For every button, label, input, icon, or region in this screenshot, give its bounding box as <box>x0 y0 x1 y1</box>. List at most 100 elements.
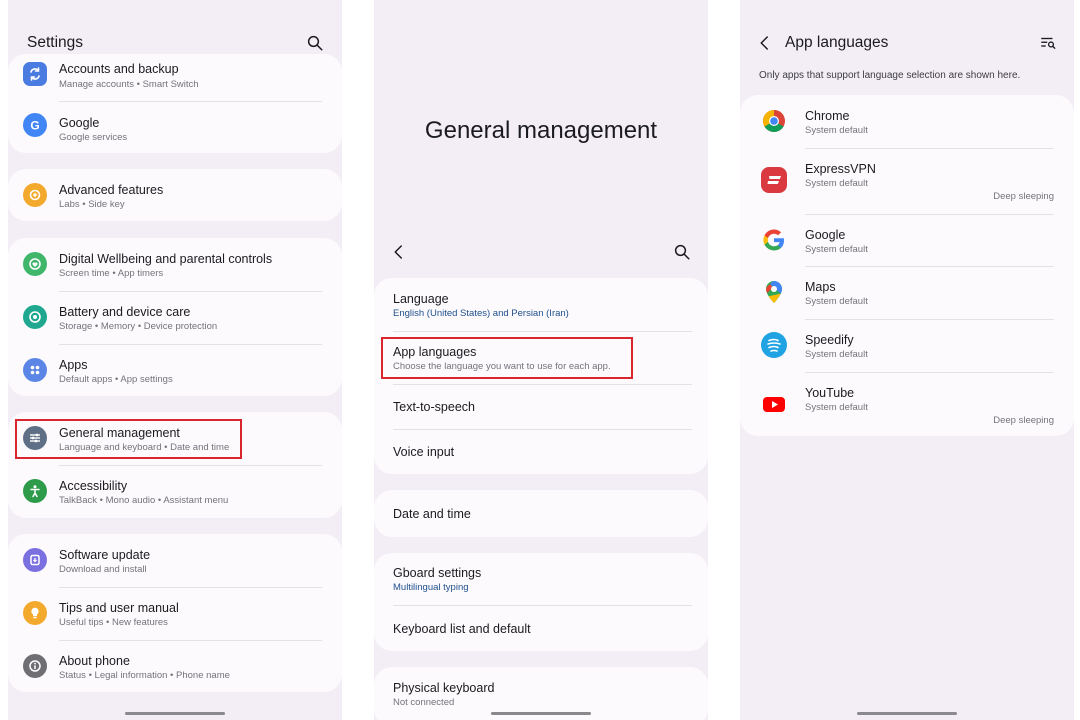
settings-item-software-update[interactable]: Software update Download and install <box>8 534 342 586</box>
app-item-maps[interactable]: Maps System default <box>740 266 1074 318</box>
home-indicator[interactable] <box>125 712 225 715</box>
settings-item-subtitle: TalkBack • Mono audio • Assistant menu <box>59 495 229 506</box>
general-item-text-to-speech[interactable]: Text-to-speech <box>374 384 708 429</box>
app-name: Google <box>805 228 846 242</box>
info-note: Only apps that support language selectio… <box>759 70 1021 81</box>
page-title: Settings <box>27 34 84 51</box>
settings-item-subtitle: Useful tips • New features <box>59 617 168 628</box>
back-button[interactable] <box>388 241 410 263</box>
app-languages-screen: App languages Only apps that support lan… <box>740 0 1074 720</box>
app-item-chrome[interactable]: Chrome System default <box>740 95 1074 147</box>
search-icon <box>674 244 690 260</box>
app-language-status: System default <box>805 125 868 136</box>
settings-item-digital-wellbeing[interactable]: Digital Wellbeing and parental controls … <box>8 238 342 290</box>
search-button[interactable] <box>671 241 693 263</box>
large-page-title: General management <box>424 117 658 144</box>
app-language-status: System default <box>805 402 868 413</box>
general-item-voice-input[interactable]: Voice input <box>374 429 708 474</box>
general-item-title: Language <box>393 292 449 306</box>
app-name: Speedify <box>805 333 854 347</box>
lightbulb-icon <box>23 601 47 625</box>
app-list: Chrome System default ExpressVPN System … <box>740 95 1074 436</box>
app-name: ExpressVPN <box>805 162 876 176</box>
general-item-date-and-time[interactable]: Date and time <box>374 490 708 537</box>
page-title: App languages <box>785 34 889 51</box>
home-indicator[interactable] <box>857 712 957 715</box>
settings-item-title: About phone <box>59 654 130 668</box>
general-item-title: Physical keyboard <box>393 681 495 695</box>
general-item-title: Voice input <box>393 445 455 459</box>
general-item-language[interactable]: Language English (United States) and Per… <box>374 278 708 331</box>
settings-group-wellbeing: Digital Wellbeing and parental controls … <box>8 238 342 396</box>
google-g-icon: G <box>23 113 47 137</box>
general-item-title: Date and time <box>393 507 471 521</box>
sync-icon <box>23 62 47 86</box>
settings-item-subtitle: Storage • Memory • Device protection <box>59 321 218 332</box>
settings-group-advanced: Advanced features Labs • Side key <box>8 169 342 221</box>
maps-pin-icon <box>760 278 788 306</box>
apps-grid-icon <box>23 358 47 382</box>
svg-text:G: G <box>30 119 39 133</box>
app-item-google[interactable]: Google System default <box>740 214 1074 266</box>
expressvpn-icon <box>760 166 788 194</box>
settings-item-title: Google <box>59 116 100 130</box>
settings-item-battery[interactable]: Battery and device care Storage • Memory… <box>8 291 342 343</box>
general-item-subtitle: Multilingual typing <box>393 582 469 593</box>
settings-item-subtitle: Default apps • App settings <box>59 374 173 385</box>
app-item-expressvpn[interactable]: ExpressVPN System default Deep sleeping <box>740 148 1074 212</box>
update-icon <box>23 548 47 572</box>
youtube-icon <box>760 390 788 418</box>
app-name: Maps <box>805 280 836 294</box>
settings-screen: Settings Accounts and backup Manage acco… <box>8 0 342 720</box>
settings-item-google[interactable]: G Google Google services <box>8 106 342 150</box>
back-arrow-icon <box>760 36 768 50</box>
gear-plus-icon <box>23 183 47 207</box>
settings-item-title: Accessibility <box>59 479 128 493</box>
general-item-physical-keyboard[interactable]: Physical keyboard Not connected <box>374 667 708 717</box>
app-name: Chrome <box>805 109 850 123</box>
general-item-title: Keyboard list and default <box>393 622 531 636</box>
settings-item-subtitle: Screen time • App timers <box>59 268 164 279</box>
settings-item-title: Battery and device care <box>59 305 191 319</box>
general-item-keyboard-list[interactable]: Keyboard list and default <box>374 605 708 651</box>
settings-item-subtitle: Download and install <box>59 564 147 575</box>
app-name: YouTube <box>805 386 855 400</box>
settings-group-accounts: Accounts and backup Manage accounts • Sm… <box>8 54 342 153</box>
app-sleep-status: Deep sleeping <box>993 191 1054 202</box>
settings-item-title: Software update <box>59 548 151 562</box>
settings-item-accounts[interactable]: Accounts and backup Manage accounts • Sm… <box>8 58 342 98</box>
settings-item-subtitle: Manage accounts • Smart Switch <box>59 79 199 90</box>
highlight-box <box>381 337 633 379</box>
app-language-status: System default <box>805 296 868 307</box>
highlight-box <box>15 419 242 459</box>
app-language-status: System default <box>805 244 868 255</box>
settings-item-title: Digital Wellbeing and parental controls <box>59 252 273 266</box>
settings-item-advanced-features[interactable]: Advanced features Labs • Side key <box>8 169 342 221</box>
settings-item-apps[interactable]: Apps Default apps • App settings <box>8 344 342 396</box>
google-g-icon <box>760 226 788 254</box>
general-item-subtitle: English (United States) and Persian (Ira… <box>393 308 569 319</box>
filter-search-icon <box>1041 37 1056 49</box>
settings-item-subtitle: Status • Legal information • Phone name <box>59 670 230 681</box>
settings-item-subtitle: Labs • Side key <box>59 199 125 210</box>
settings-item-title: Apps <box>59 358 88 372</box>
app-sleep-status: Deep sleeping <box>993 415 1054 426</box>
general-item-title: Text-to-speech <box>393 400 475 414</box>
divider <box>59 101 322 102</box>
filter-search-button[interactable] <box>1037 32 1059 54</box>
app-item-youtube[interactable]: YouTube System default Deep sleeping <box>740 372 1074 436</box>
settings-item-about-phone[interactable]: About phone Status • Legal information •… <box>8 640 342 692</box>
info-icon <box>23 654 47 678</box>
general-item-subtitle: Not connected <box>393 697 455 708</box>
chrome-icon <box>760 107 788 135</box>
general-item-gboard-settings[interactable]: Gboard settings Multilingual typing <box>374 553 708 605</box>
home-indicator[interactable] <box>491 712 591 715</box>
app-item-speedify[interactable]: Speedify System default <box>740 319 1074 371</box>
settings-item-accessibility[interactable]: Accessibility TalkBack • Mono audio • As… <box>8 465 342 517</box>
search-button[interactable] <box>304 32 326 54</box>
general-management-screen: General management Language English (Uni… <box>374 0 708 720</box>
back-button[interactable] <box>754 32 776 54</box>
settings-item-tips[interactable]: Tips and user manual Useful tips • New f… <box>8 587 342 639</box>
back-arrow-icon <box>394 245 402 259</box>
speedify-icon <box>760 331 788 359</box>
